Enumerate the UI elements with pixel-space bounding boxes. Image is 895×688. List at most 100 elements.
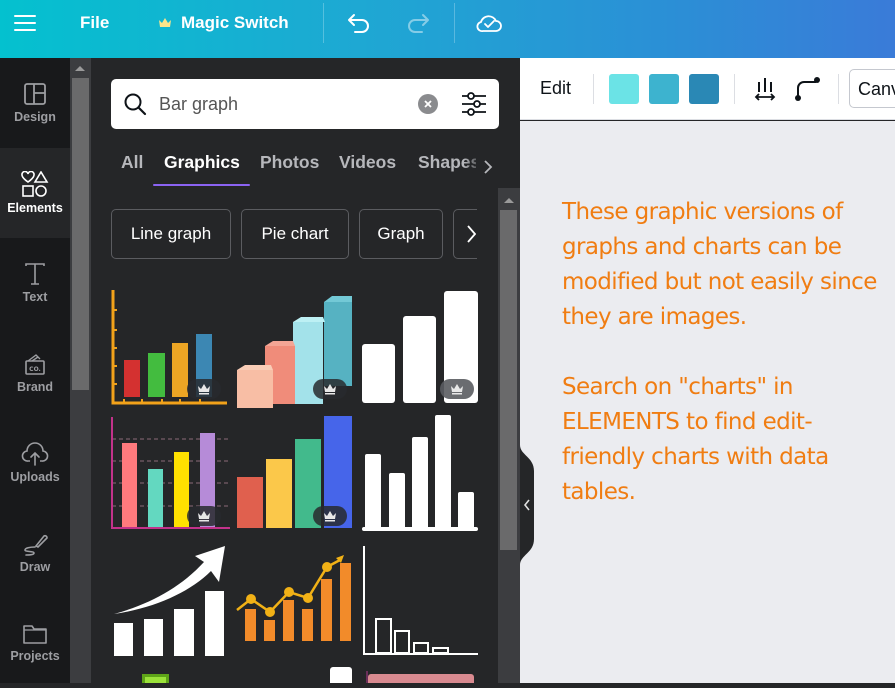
rail-scrollbar[interactable] [70,58,91,683]
nav-projects-label: Projects [10,649,60,663]
filter-button[interactable] [461,92,487,120]
result-item[interactable] [110,288,230,408]
corner-rounding-icon [795,77,820,101]
search-box [111,79,499,129]
divider [454,3,455,43]
chip-graph[interactable]: Graph [359,209,443,259]
nav-text-label: Text [22,290,48,304]
canvas-workspace[interactable]: These graphic versions of graphs and cha… [520,121,895,683]
scroll-up-arrow-icon[interactable] [75,66,85,71]
result-item-partial[interactable] [330,667,352,683]
scroll-up-arrow-icon[interactable] [504,198,514,203]
search-icon [124,93,147,116]
tab-videos[interactable]: Videos [339,152,396,173]
chips-scroll-right-button[interactable] [453,209,477,259]
chip-pie-chart[interactable]: Pie chart [241,209,349,259]
nav-elements[interactable]: Elements [0,148,70,238]
folder-icon [23,625,47,644]
cloud-upload-icon [21,442,49,466]
nav-elements-label: Elements [7,201,63,215]
bar-and-line-chart-graphic [236,555,351,641]
undo-button[interactable] [346,0,372,45]
result-item[interactable] [110,540,230,660]
spacing-button[interactable] [754,76,776,106]
premium-badge [313,379,347,399]
magic-switch-button[interactable]: Magic Switch [158,0,289,45]
suggestion-chips: Line graph Pie chart Graph [111,209,477,259]
clear-search-button[interactable] [418,94,438,114]
result-item[interactable] [110,414,230,534]
result-item[interactable] [236,288,356,408]
nav-uploads[interactable]: Uploads [0,418,70,508]
results-scrollbar[interactable] [498,188,520,683]
result-item[interactable] [360,288,480,408]
crown-icon [159,17,171,27]
main-menu-button[interactable] [14,0,36,45]
chip-line-graph[interactable]: Line graph [111,209,231,259]
nav-design-label: Design [14,110,56,124]
nav-text[interactable]: Text [0,238,70,328]
collapse-panel-button[interactable] [520,445,536,565]
divider [323,3,324,43]
file-menu-button[interactable]: File [80,0,109,45]
color-swatch-2[interactable] [649,74,679,104]
crown-icon [451,384,463,395]
layout-icon [24,83,46,105]
file-label: File [80,12,110,32]
hamburger-menu-icon [14,14,36,31]
result-item-partial[interactable] [142,674,169,683]
divider [593,74,594,104]
nav-design[interactable]: Design [0,58,70,148]
canvas-text-note[interactable]: These graphic versions of graphs and cha… [562,195,882,510]
content-type-tabs: All Graphics Photos Videos Shapes [111,146,501,186]
canvas-button[interactable]: Canvas [849,69,895,108]
tab-graphics[interactable]: Graphics [164,152,240,173]
premium-badge [313,506,347,526]
growth-arrow-bar-chart-graphic [114,546,225,656]
corner-rounding-button[interactable] [794,76,822,106]
scrollbar-thumb[interactable] [500,210,517,550]
nav-projects[interactable]: Projects [0,598,70,688]
color-swatch-3[interactable] [689,74,719,104]
chevron-right-icon [467,225,476,243]
color-swatch-1[interactable] [609,74,639,104]
result-item-partial[interactable] [368,674,474,683]
text-icon [25,263,45,285]
draw-pen-icon [24,534,48,556]
premium-badge [440,379,474,399]
search-input[interactable] [159,91,409,117]
collapse-handle [520,445,534,565]
tab-all[interactable]: All [121,152,143,173]
divider [838,74,839,104]
redo-icon [408,13,429,33]
outlined-histogram-graphic [363,546,478,655]
side-navigation: Design Elements Text CO. Brand Uploads D… [0,58,70,683]
result-item[interactable] [360,540,480,660]
result-item[interactable] [236,540,356,660]
crown-icon [198,384,210,395]
redo-button[interactable] [405,0,431,45]
undo-icon [348,13,369,33]
tab-photos[interactable]: Photos [260,152,319,173]
nav-brand-label: Brand [16,380,54,394]
scrollbar-thumb[interactable] [72,78,89,390]
cloud-check-icon [476,14,502,32]
clear-icon [424,100,432,108]
save-status-button[interactable] [475,0,503,45]
crown-icon [324,511,336,522]
crown-icon [324,384,336,395]
top-bar: File Magic Switch [0,0,895,58]
result-item[interactable] [236,414,356,534]
nav-uploads-label: Uploads [10,470,60,484]
nav-brand[interactable]: CO. Brand [0,328,70,418]
tabs-scroll-right-icon[interactable] [483,160,493,174]
brand-kit-icon: CO. [25,354,45,375]
edit-button[interactable]: Edit [540,78,571,99]
filter-sliders-icon [462,92,486,116]
magic-switch-label: Magic Switch [181,12,289,32]
nav-draw-label: Draw [19,560,51,574]
nav-draw[interactable]: Draw [0,508,70,598]
active-tab-indicator [153,184,250,186]
result-item[interactable] [360,414,480,534]
spacing-icon [754,78,776,101]
